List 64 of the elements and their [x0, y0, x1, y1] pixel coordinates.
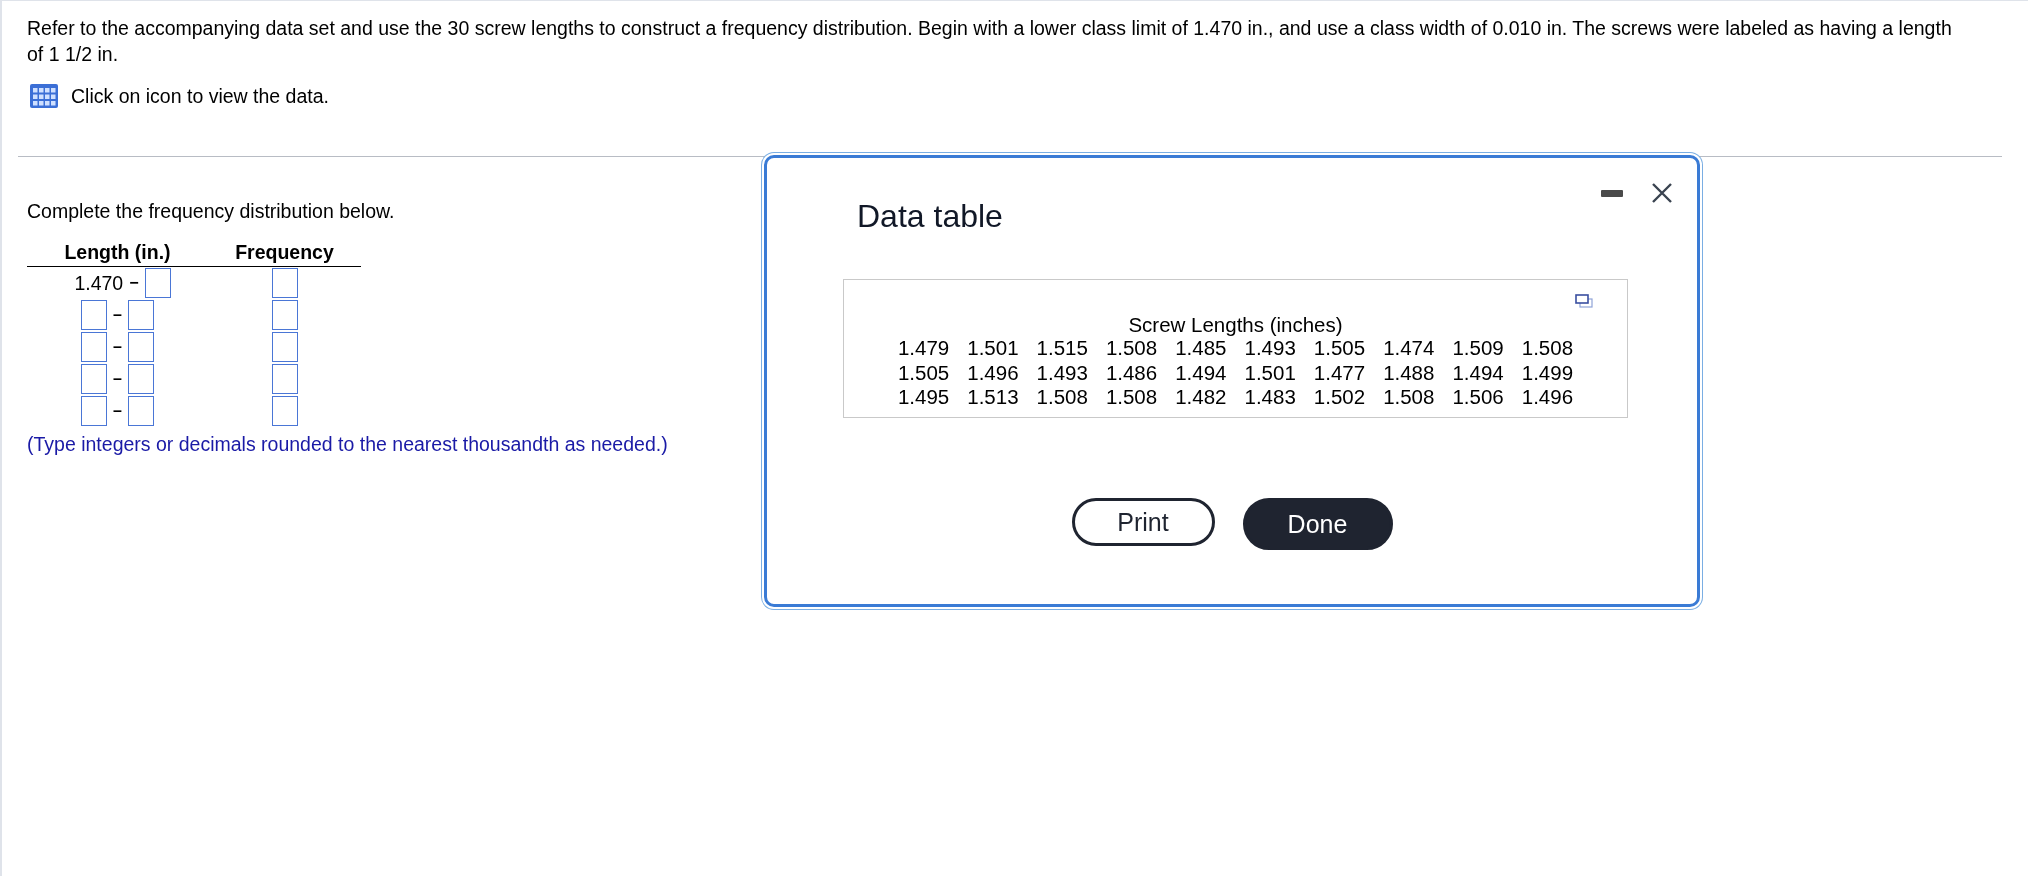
- table-caption: Screw Lengths (inches): [1128, 314, 1343, 336]
- table-cell: 1.496: [967, 360, 1019, 385]
- table-cell: 1.493: [1036, 360, 1088, 385]
- upper-limit-field[interactable]: [127, 300, 154, 330]
- frequency-field[interactable]: [271, 364, 298, 394]
- dash-text: –: [113, 402, 122, 420]
- dialog-title: Data table: [857, 198, 1004, 235]
- upper-limit-field[interactable]: [127, 332, 154, 362]
- dash-text: –: [113, 370, 122, 388]
- table-cell: 1.513: [967, 385, 1019, 410]
- instruction-text: Complete the frequency distribution below.: [27, 200, 395, 223]
- table-cell: 1.508: [1383, 385, 1435, 410]
- frequency-field[interactable]: [271, 300, 298, 330]
- table-cell: 1.501: [967, 336, 1019, 361]
- table-cell: 1.508: [1105, 336, 1158, 361]
- dash-text: –: [113, 306, 122, 324]
- frequency-field[interactable]: [271, 268, 298, 298]
- done-button[interactable]: Done: [1242, 498, 1393, 550]
- table-cell: 1.486: [1105, 360, 1158, 385]
- minimize-button[interactable]: [1601, 189, 1623, 197]
- table-cell: 1.505: [897, 360, 950, 385]
- table-cell: 1.494: [1175, 360, 1227, 385]
- windows-icon[interactable]: [1575, 294, 1593, 308]
- table-cell: 1.474: [1383, 336, 1435, 361]
- lower-limit-field[interactable]: [81, 396, 108, 426]
- question-text: Refer to the accompanying data set and use the 30 screw lengths to construct a frequency distribution. Begin with a lower class limit of 1.470 in., and use a class width of 0.010 in. The screws were labeled as having a length of 1 1/2 in.: [27, 16, 1953, 67]
- hint-text: (Type integers or decimals rounded to the nearest thousandth as needed.): [27, 433, 668, 456]
- table-cell: 1.482: [1175, 385, 1227, 410]
- table-cell: 1.508: [1105, 385, 1158, 410]
- table-cell: 1.515: [1036, 336, 1088, 361]
- dash-text: –: [113, 338, 122, 356]
- table-cell: 1.483: [1244, 385, 1296, 410]
- frequency-field[interactable]: [271, 332, 298, 362]
- table-cell: 1.501: [1244, 360, 1296, 385]
- table-cell: 1.477: [1313, 360, 1366, 385]
- lower-limit-text: 1.470: [74, 271, 124, 295]
- table-cell: 1.493: [1244, 336, 1296, 361]
- table-cell: 1.479: [897, 336, 950, 361]
- lower-limit-field[interactable]: [81, 364, 108, 394]
- table-cell: 1.485: [1175, 336, 1227, 361]
- table-icon[interactable]: [30, 84, 58, 108]
- dash-text: −: [129, 274, 139, 292]
- print-button[interactable]: Print: [1071, 498, 1215, 546]
- upper-limit-field[interactable]: [127, 396, 154, 426]
- column-header: Length (in.): [27, 241, 208, 267]
- upper-limit-field[interactable]: [127, 364, 154, 394]
- close-button[interactable]: [1651, 182, 1673, 204]
- table-cell: 1.495: [897, 385, 950, 410]
- column-header: Frequency: [208, 241, 361, 267]
- table-cell: 1.509: [1452, 336, 1504, 361]
- table-cell: 1.496: [1521, 385, 1574, 410]
- lower-limit-field[interactable]: [81, 300, 108, 330]
- table-cell: 1.505: [1313, 336, 1366, 361]
- table-cell: 1.499: [1521, 360, 1574, 385]
- upper-limit-field[interactable]: [144, 268, 171, 298]
- table-cell: 1.508: [1036, 385, 1088, 410]
- frequency-field[interactable]: [271, 396, 298, 426]
- table-cell: 1.508: [1521, 336, 1574, 361]
- table-cell: 1.488: [1383, 360, 1435, 385]
- table-cell: 1.494: [1452, 360, 1504, 385]
- table-cell: 1.506: [1452, 385, 1504, 410]
- table-cell: 1.502: [1313, 385, 1366, 410]
- lower-limit-field[interactable]: [81, 332, 108, 362]
- view-data-text: Click on icon to view the data.: [71, 84, 329, 108]
